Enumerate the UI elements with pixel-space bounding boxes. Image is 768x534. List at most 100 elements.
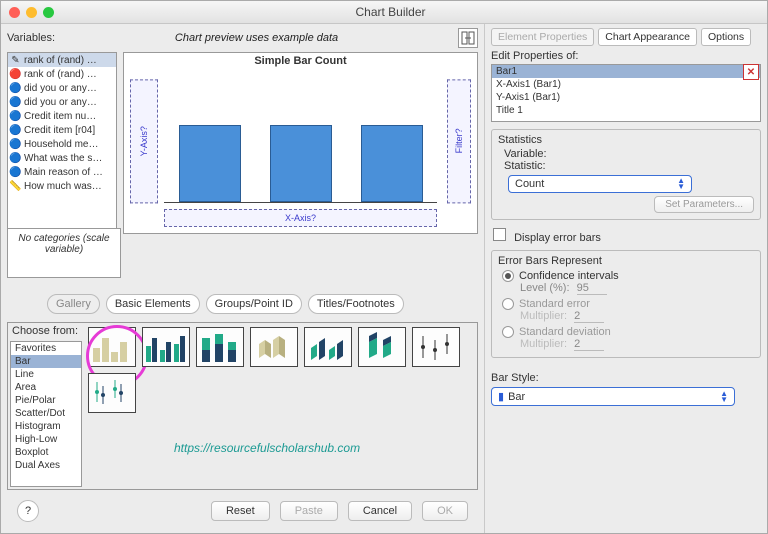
list-item[interactable]: 🔵did you or any… — [8, 81, 116, 95]
list-item[interactable]: Boxplot — [11, 446, 81, 459]
list-item[interactable]: 🔵Household me… — [8, 137, 116, 151]
bar-icon — [361, 125, 423, 202]
statistics-header: Statistics — [498, 134, 754, 146]
radio-confidence-intervals[interactable] — [502, 270, 514, 282]
tab-titles-footnotes[interactable]: Titles/Footnotes — [308, 294, 404, 314]
list-item[interactable]: X-Axis1 (Bar1) — [492, 78, 760, 91]
list-item[interactable]: Y-Axis1 (Bar1) — [492, 91, 760, 104]
radio-standard-deviation[interactable] — [502, 326, 514, 338]
ci-label: Confidence intervals — [519, 270, 619, 282]
list-item[interactable]: 🔴rank of (rand) … — [8, 67, 116, 81]
se-label: Standard error — [519, 298, 590, 310]
scale-icon: 📏 — [10, 181, 21, 192]
radio-standard-error[interactable] — [502, 298, 514, 310]
list-item[interactable]: Area — [11, 381, 81, 394]
close-icon[interactable] — [9, 7, 20, 18]
list-item[interactable]: Favorites — [11, 342, 81, 355]
nominal-icon: 🔵 — [10, 125, 21, 136]
list-item[interactable]: 🔵did you or any… — [8, 95, 116, 109]
delete-icon[interactable]: ✕ — [743, 64, 759, 80]
list-item[interactable]: 🔵What was the s… — [8, 151, 116, 165]
list-item[interactable]: ✎rank of (rand) … — [8, 53, 116, 67]
bar-style-label: Bar Style: — [491, 372, 761, 384]
list-item[interactable]: Pie/Polar — [11, 394, 81, 407]
level-label: Level (%): — [520, 282, 570, 294]
tab-gallery[interactable]: Gallery — [47, 294, 100, 314]
edit-properties-list[interactable]: Bar1 X-Axis1 (Bar1) Y-Axis1 (Bar1) Title… — [491, 64, 761, 122]
list-item[interactable]: Bar — [11, 355, 81, 368]
watermark-text: https://resourcefulscholarshub.com — [174, 441, 360, 455]
preview-note: Chart preview uses example data — [55, 32, 458, 44]
list-item[interactable]: Line — [11, 368, 81, 381]
scale-icon: 🔴 — [10, 69, 21, 80]
list-item[interactable]: 📏How much was… — [8, 179, 116, 193]
bar-style-select[interactable]: ▮Bar ▲▼ — [491, 387, 735, 406]
set-parameters-button[interactable]: Set Parameters... — [654, 196, 754, 213]
variables-label: Variables: — [7, 32, 55, 44]
nominal-icon: 🔵 — [10, 139, 21, 150]
list-item[interactable]: Dual Axes — [11, 459, 81, 472]
y-axis-dropzone[interactable]: Y-Axis? — [130, 79, 158, 203]
nominal-icon: 🔵 — [10, 111, 21, 122]
ok-button[interactable]: OK — [422, 501, 468, 521]
chevron-updown-icon: ▲▼ — [720, 391, 728, 403]
gallery-thumb-error-bar-grouped[interactable] — [88, 373, 136, 413]
multiplier-input[interactable]: 2 — [574, 310, 604, 323]
tab-element-properties[interactable]: Element Properties — [491, 28, 594, 46]
no-categories-note: No categories (scale variable) — [7, 228, 121, 278]
gallery-thumb-stacked-bar[interactable] — [196, 327, 244, 367]
multiplier2-input[interactable]: 2 — [574, 338, 604, 351]
gallery-thumb-simple-bar[interactable] — [88, 327, 136, 367]
x-axis-dropzone[interactable]: X-Axis? — [164, 209, 437, 227]
reset-button[interactable]: Reset — [211, 501, 270, 521]
list-item[interactable]: 🔵Credit item nu… — [8, 109, 116, 123]
gallery-thumb-3d-clustered[interactable] — [304, 327, 352, 367]
bar-icon: ▮ — [498, 391, 504, 403]
cancel-button[interactable]: Cancel — [348, 501, 412, 521]
tab-options[interactable]: Options — [701, 28, 751, 46]
list-item[interactable]: Scatter/Dot — [11, 407, 81, 420]
filter-dropzone[interactable]: Filter? — [447, 79, 471, 203]
variable-list[interactable]: ✎rank of (rand) … 🔴rank of (rand) … 🔵did… — [7, 52, 117, 234]
tab-groups-point-id[interactable]: Groups/Point ID — [206, 294, 302, 314]
builder-tabs: Gallery Basic Elements Groups/Point ID T… — [47, 294, 478, 314]
list-item[interactable]: Histogram — [11, 420, 81, 433]
list-item[interactable]: Bar1 — [492, 65, 760, 78]
statistic-select[interactable]: Count ▲▼ — [508, 175, 692, 193]
scale-icon: ✎ — [10, 55, 21, 66]
sd-label: Standard deviation — [519, 326, 611, 338]
level-input[interactable]: 95 — [577, 282, 607, 295]
bar-icon — [179, 125, 241, 202]
chart-title: Simple Bar Count — [124, 53, 477, 69]
nominal-icon: 🔵 — [10, 153, 21, 164]
gallery-thumb-clustered-bar[interactable] — [142, 327, 190, 367]
tab-basic-elements[interactable]: Basic Elements — [106, 294, 200, 314]
list-item[interactable]: High-Low — [11, 433, 81, 446]
swap-axes-icon[interactable] — [458, 28, 478, 48]
list-item[interactable]: 🔵Credit item [r04] — [8, 123, 116, 137]
help-button[interactable]: ? — [17, 500, 39, 522]
tab-chart-appearance[interactable]: Chart Appearance — [598, 28, 697, 46]
nominal-icon: 🔵 — [10, 83, 21, 94]
titlebar: Chart Builder — [1, 1, 767, 24]
list-item[interactable]: Title 1 — [492, 104, 760, 117]
multiplier-label: Multiplier: — [520, 310, 567, 322]
error-bars-group: Error Bars Represent Confidence interval… — [491, 250, 761, 358]
window-title: Chart Builder — [22, 5, 759, 19]
variable-label: Variable: — [504, 148, 754, 160]
choose-from-label: Choose from: — [8, 323, 84, 339]
bar-icon — [270, 125, 332, 202]
chevron-updown-icon: ▲▼ — [677, 178, 685, 190]
gallery-thumb-3d-stacked[interactable] — [358, 327, 406, 367]
chart-type-list[interactable]: Favorites Bar Line Area Pie/Polar Scatte… — [10, 341, 82, 487]
chart-preview[interactable]: Simple Bar Count Y-Axis? Filter? X-Axis? — [123, 52, 478, 234]
gallery-thumb-error-bar[interactable] — [412, 327, 460, 367]
display-error-bars-checkbox[interactable] — [493, 228, 506, 241]
statistics-group: Statistics Variable: Statistic: Count ▲▼… — [491, 129, 761, 220]
paste-button[interactable]: Paste — [280, 501, 338, 521]
nominal-icon: 🔵 — [10, 167, 21, 178]
edit-properties-label: Edit Properties of: — [491, 50, 761, 62]
gallery-thumb-3d-bar[interactable] — [250, 327, 298, 367]
list-item[interactable]: 🔵Main reason of … — [8, 165, 116, 179]
plot-area — [164, 77, 437, 203]
